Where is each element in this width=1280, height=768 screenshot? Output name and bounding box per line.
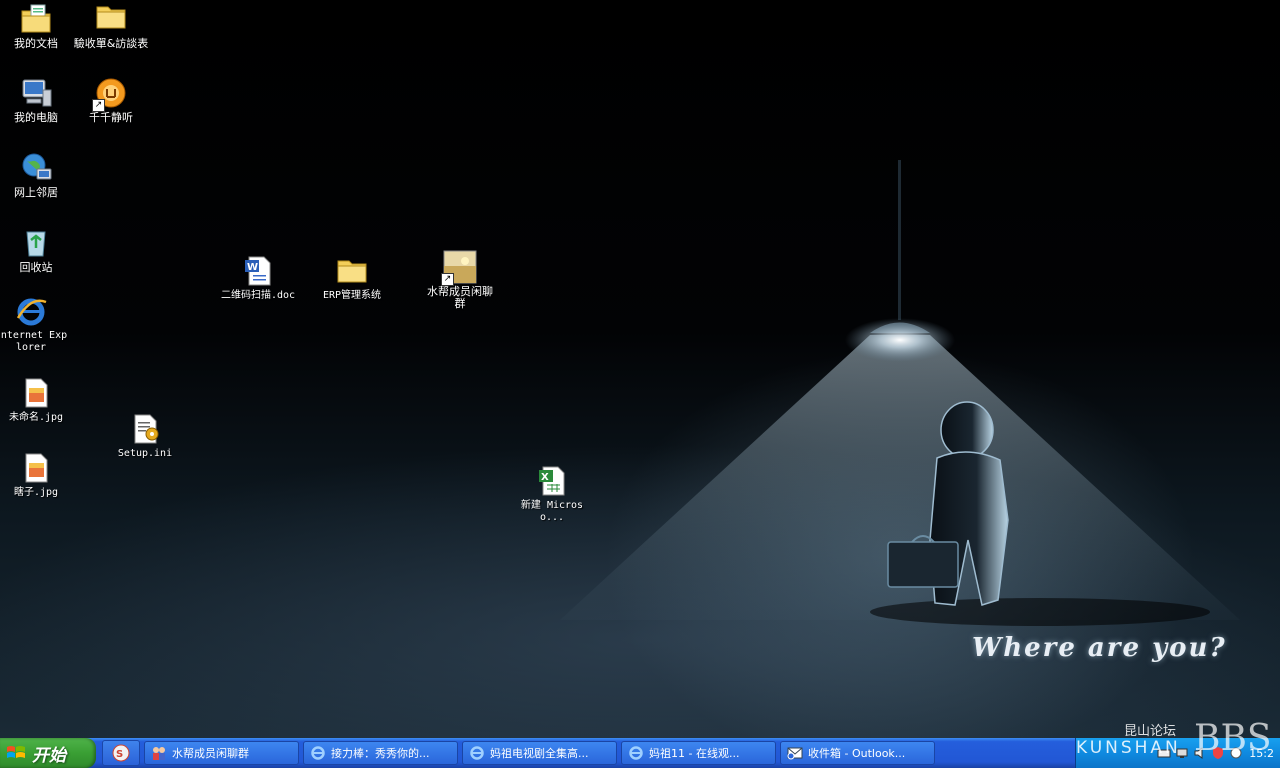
app-tray-icon[interactable] <box>1229 746 1243 760</box>
volume-icon[interactable] <box>1193 746 1207 760</box>
desktop-icon-unnamed-jpg[interactable]: 未命名.jpg <box>0 376 74 424</box>
desktop[interactable]: Where are you? 我的文档 驗收單&訪談表 我的电脑 ↗ 千千静听 … <box>0 0 1280 738</box>
keyboard-icon[interactable] <box>1157 746 1171 760</box>
chat-group-icon <box>153 747 165 760</box>
desktop-icon-chat-group-shortcut[interactable]: ↗ 水帮成员闲聊群 <box>422 250 498 310</box>
svg-text:S: S <box>116 749 123 760</box>
excel-document-icon: X <box>535 464 569 498</box>
desktop-icon-acceptance-folder[interactable]: 驗收單&訪談表 <box>73 2 149 50</box>
network-status-icon[interactable] <box>1175 746 1189 760</box>
task-button-chat-group[interactable]: 水帮成员闲聊群 <box>144 741 299 765</box>
internet-explorer-icon <box>470 746 484 760</box>
folder-icon <box>94 2 128 36</box>
shortcut-arrow-icon: ↗ <box>92 99 105 112</box>
folder-icon <box>335 254 369 288</box>
desktop-icon-new-excel[interactable]: X 新建 Microso... <box>514 464 590 524</box>
wallpaper-caption: Where are you? <box>972 633 1227 663</box>
desktop-icon-setup-ini[interactable]: Setup.ini <box>107 412 183 460</box>
desktop-icon-erp-folder[interactable]: ERP管理系统 <box>314 254 390 302</box>
recycle-bin-icon <box>19 226 53 260</box>
desktop-icon-qrcode-doc[interactable]: W 二维码扫描.doc <box>220 254 296 302</box>
desktop-icon-internet-explorer[interactable]: Internet Explorer <box>0 294 69 354</box>
security-shield-icon[interactable] <box>1211 746 1225 760</box>
desktop-icon-recycle-bin[interactable]: 回收站 <box>0 226 74 274</box>
task-button-ie-relay[interactable]: 接力棒：秀秀你的... <box>303 741 458 765</box>
network-icon <box>19 151 53 185</box>
system-tray: 15:2 <box>1075 738 1280 768</box>
quick-launch-app-icon: S <box>112 744 130 762</box>
shortcut-arrow-icon: ↗ <box>441 273 454 286</box>
ini-file-icon <box>128 412 162 446</box>
quick-launch-button[interactable]: S <box>102 740 140 766</box>
music-player-icon: ↗ <box>92 76 128 112</box>
image-file-icon <box>19 376 53 410</box>
desktop-icon-my-documents[interactable]: 我的文档 <box>0 2 74 50</box>
taskbar: 开始 S 水帮成员闲聊群 接力棒：秀秀你的... 妈祖电视剧全集高... 妈祖1… <box>0 738 1280 768</box>
desktop-icon-xiazi-jpg[interactable]: 瞎子.jpg <box>0 451 74 499</box>
wallpaper-art <box>560 160 1240 626</box>
internet-explorer-icon <box>629 746 643 760</box>
svg-text:W: W <box>247 262 258 273</box>
task-button-ie-mazu-11[interactable]: 妈祖11 - 在线观... <box>621 741 776 765</box>
windows-flag-icon <box>7 746 25 758</box>
image-file-icon <box>19 451 53 485</box>
outlook-icon <box>787 747 803 760</box>
desktop-icon-my-computer[interactable]: 我的电脑 <box>0 76 74 124</box>
clock[interactable]: 15:2 <box>1249 747 1274 760</box>
word-document-icon: W <box>241 254 275 288</box>
internet-explorer-icon <box>311 746 325 760</box>
task-button-outlook-inbox[interactable]: 收件箱 - Outlook... <box>780 741 935 765</box>
svg-text:X: X <box>541 472 549 483</box>
computer-icon <box>19 76 53 110</box>
internet-explorer-icon <box>14 294 48 328</box>
desktop-icon-ttplayer[interactable]: ↗ 千千静听 <box>73 76 149 124</box>
image-shortcut-icon: ↗ <box>441 250 477 286</box>
documents-folder-icon <box>19 2 53 36</box>
desktop-icon-network[interactable]: 网上邻居 <box>0 151 74 199</box>
start-button[interactable]: 开始 <box>0 738 96 768</box>
start-label: 开始 <box>32 745 66 766</box>
task-button-ie-mazu-series[interactable]: 妈祖电视剧全集高... <box>462 741 617 765</box>
